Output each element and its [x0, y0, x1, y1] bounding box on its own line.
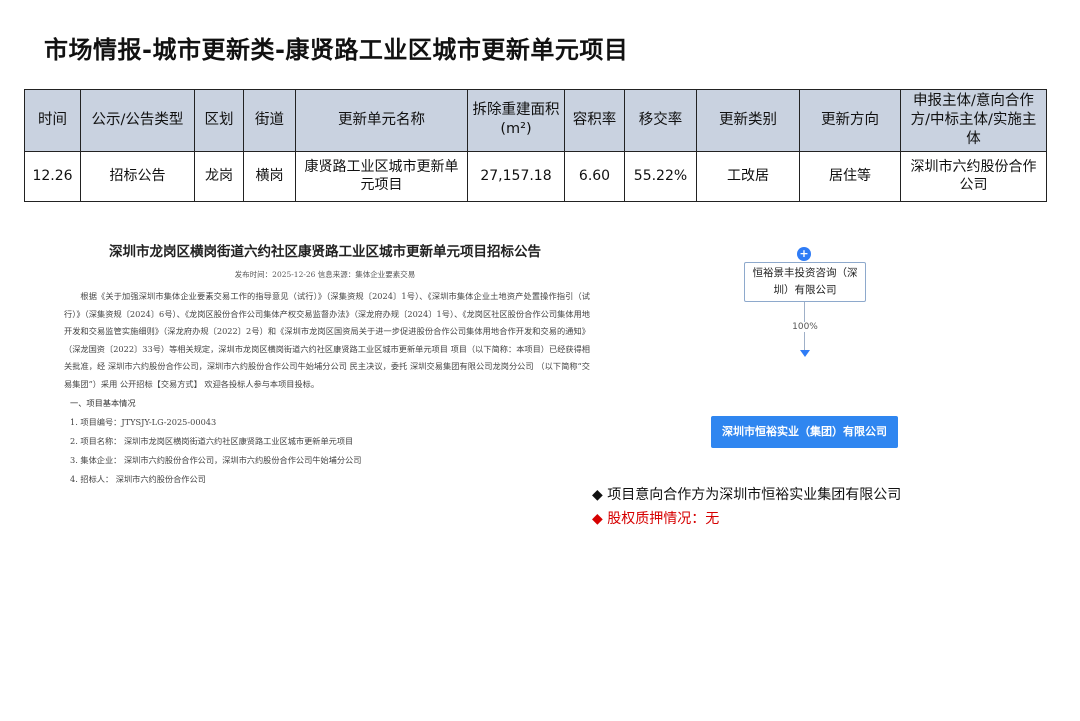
arrow-down-icon: [800, 350, 810, 357]
cell-unit-name: 康贤路工业区城市更新单元项目: [295, 150, 468, 202]
header-demolition-area: 拆除重建面积(m²): [467, 89, 565, 152]
doc-item-project-name: 2. 项目名称： 深圳市龙岗区横岗街道六约社区康贤路工业区城市更新单元项目: [70, 436, 354, 446]
expand-plus-icon[interactable]: +: [797, 247, 811, 261]
doc-section-heading: 一、项目基本情况: [70, 398, 136, 408]
doc-meta: 发布时间：2025-12-26 信息来源：集体企业要素交易: [234, 270, 416, 279]
cell-street: 横岗: [243, 150, 296, 202]
header-time: 时间: [24, 89, 81, 152]
doc-title: 深圳市龙岗区横岗街道六约社区康贤路工业区城市更新单元项目招标公告: [109, 244, 541, 260]
header-street: 街道: [243, 89, 296, 152]
note-equity-pledge: ◆ 股权质押情况：无: [592, 511, 720, 527]
doc-body: 根据《关于加强深圳市集体企业要素交易工作的指导意见（试行）》（深集资规〔2024…: [64, 291, 590, 389]
cell-plot-ratio: 6.60: [564, 150, 625, 202]
cell-time: 12.26: [24, 150, 81, 202]
cell-renewal-category: 工改居: [696, 150, 800, 202]
shareholder-node[interactable]: 恒裕景丰投资咨询（深圳）有限公司: [744, 262, 866, 302]
company-node[interactable]: 深圳市恒裕实业（集团）有限公司: [711, 416, 898, 448]
notes-list: ◆ 项目意向合作方为深圳市恒裕实业集团有限公司 ◆ 股权质押情况：无: [592, 483, 901, 531]
table-row: 12.26 招标公告 龙岗 横岗 康贤路工业区城市更新单元项目 27,157.1…: [24, 150, 1047, 202]
doc-item-collective-enterprise: 3. 集体企业： 深圳市六约股份合作公司，深圳市六约股份合作公司牛始埔分公司: [70, 455, 362, 465]
header-notice-type: 公示/公告类型: [80, 89, 195, 152]
doc-item-tenderer: 4. 招标人： 深圳市六约股份合作公司: [70, 474, 206, 484]
cell-applicant: 深圳市六约股份合作公司: [900, 150, 1047, 202]
header-plot-ratio: 容积率: [564, 89, 625, 152]
cell-transfer-rate: 55.22%: [624, 150, 697, 202]
header-district: 区划: [194, 89, 244, 152]
tender-announcement-document: 深圳市龙岗区横岗街道六约社区康贤路工业区城市更新单元项目招标公告 发布时间：20…: [40, 230, 610, 515]
doc-item-project-number: 1. 项目编号：JTYSJY-LG-2025-00043: [70, 417, 217, 427]
table-header-row: 时间 公示/公告类型 区划 街道 更新单元名称 拆除重建面积(m²) 容积率 移…: [24, 89, 1047, 152]
header-transfer-rate: 移交率: [624, 89, 697, 152]
page-title: 市场情报-城市更新类-康贤路工业区城市更新单元项目: [44, 36, 629, 64]
equity-structure-diagram: + 恒裕景丰投资咨询（深圳）有限公司 100% 深圳市恒裕实业（集团）有限公司: [640, 230, 970, 460]
cell-district: 龙岗: [194, 150, 244, 202]
cell-demolition-area: 27,157.18: [467, 150, 565, 202]
header-renewal-direction: 更新方向: [799, 89, 901, 152]
cell-renewal-direction: 居住等: [799, 150, 901, 202]
header-unit-name: 更新单元名称: [295, 89, 468, 152]
note-cooperation-partner: ◆ 项目意向合作方为深圳市恒裕实业集团有限公司: [592, 487, 902, 503]
header-applicant: 申报主体/意向合作方/中标主体/实施主体: [900, 89, 1047, 152]
header-renewal-category: 更新类别: [696, 89, 800, 152]
project-info-table: 时间 公示/公告类型 区划 街道 更新单元名称 拆除重建面积(m²) 容积率 移…: [24, 89, 1047, 202]
cell-notice-type: 招标公告: [80, 150, 195, 202]
ownership-percent: 100%: [786, 322, 824, 332]
